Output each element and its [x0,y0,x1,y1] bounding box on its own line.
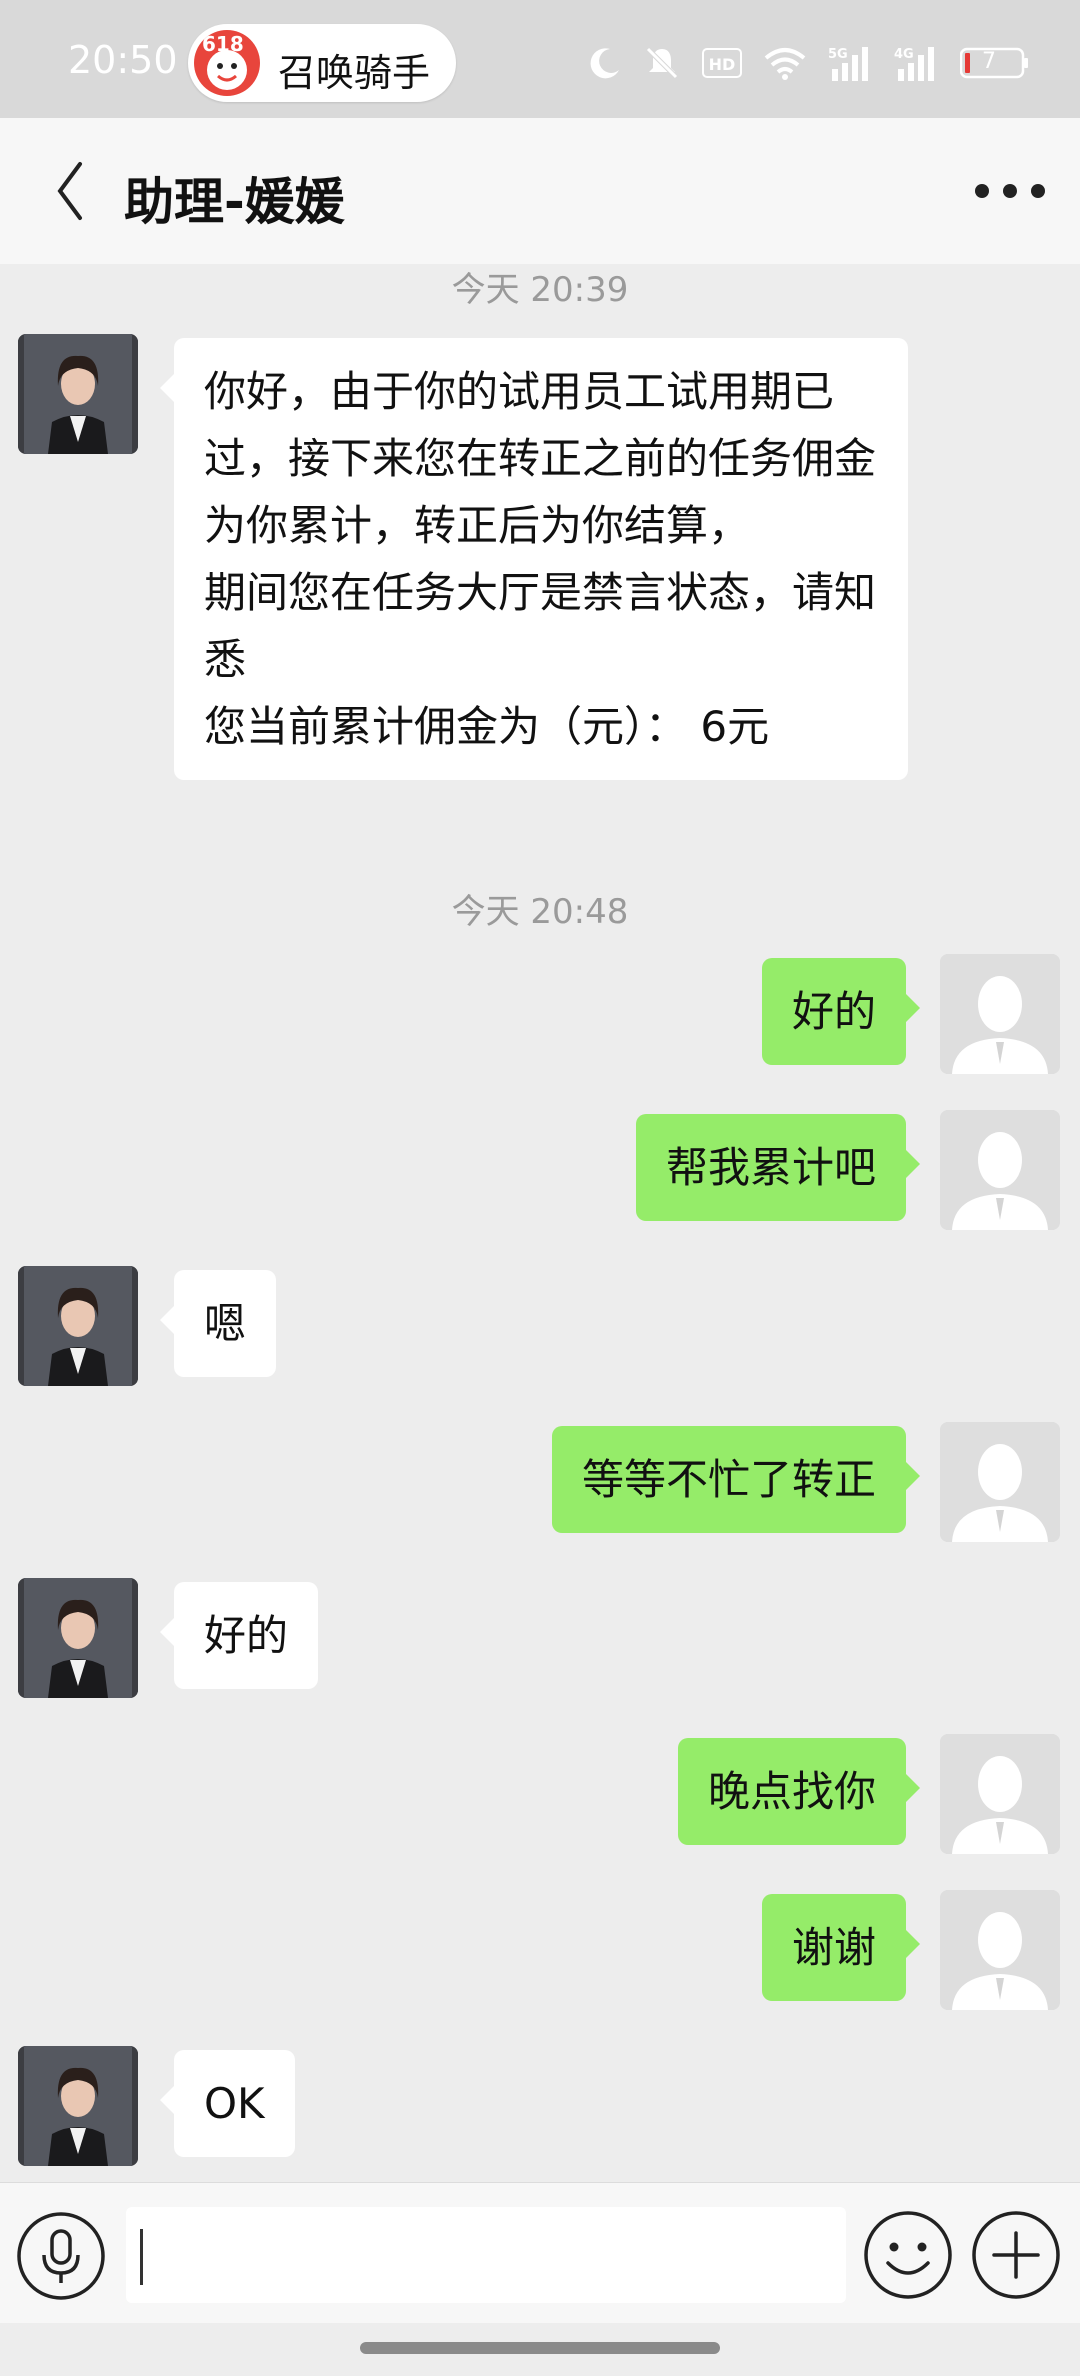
user-avatar[interactable] [940,1890,1060,2010]
input-bar [0,2182,1080,2323]
battery-icon: 7 [960,47,1030,79]
message-bubble-received[interactable]: 嗯 [159,1270,277,1377]
app-logo-icon: 618 [194,30,260,96]
message-bubble-sent[interactable]: 帮我累计吧 [635,1114,921,1221]
contact-avatar[interactable] [18,2046,138,2166]
message-bubble-sent[interactable]: 谢谢 [761,1894,921,2001]
hd-icon: HD [702,48,742,78]
user-avatar[interactable] [940,1734,1060,1854]
emoji-icon[interactable] [862,2209,954,2301]
user-avatar[interactable] [940,1110,1060,1230]
text-caret [140,2229,143,2285]
home-indicator[interactable] [360,2342,720,2354]
user-avatar[interactable] [940,954,1060,1074]
status-icons: HD 5G 4G 7 [588,40,1030,86]
moon-icon [590,48,619,79]
message-timestamp: 今天 20:48 [451,892,629,932]
message-bubble-received[interactable]: 你好，由于你的试用员工试用期已过，接下来您在转正之前的任务佣金为你累计，转正后为… [160,338,908,780]
message-timestamp: 今天 20:39 [451,270,629,310]
battery-level: 7 [982,49,996,74]
message-bubble-received[interactable]: OK [160,2050,295,2157]
user-avatar[interactable] [940,1422,1060,1542]
wifi-icon [764,48,806,80]
back-arrow-icon[interactable] [46,158,96,224]
svg-text:4G: 4G [894,47,914,62]
notification-badge: 618 [202,32,244,56]
plus-icon[interactable] [970,2209,1062,2301]
message-bubble-sent[interactable]: 晚点找你 [677,1738,921,1845]
message-bubble-received[interactable]: 好的 [159,1582,319,1689]
contact-avatar[interactable] [18,334,138,454]
contact-avatar[interactable] [18,1266,138,1386]
voice-icon[interactable] [16,2211,106,2301]
notification-pill[interactable]: 618 召唤骑手 [188,24,456,102]
svg-text:HD: HD [709,55,736,74]
notification-app-name: 召唤骑手 [278,51,431,95]
chat-title: 助理-媛媛 [124,173,345,231]
message-bubble-sent[interactable]: 好的 [761,958,921,1065]
more-dots-icon[interactable] [970,168,1050,214]
signal-5g-icon: 5G [828,47,868,81]
chat-header: 助理-媛媛 [0,118,1080,264]
status-bar: 20:50 618 召唤骑手 HD 5G 4G 7 [0,0,1080,118]
message-input[interactable] [126,2207,846,2303]
contact-avatar[interactable] [18,1578,138,1698]
status-time: 20:50 [68,38,178,82]
mute-icon [646,47,678,79]
signal-4g-icon: 4G [894,47,934,81]
message-bubble-sent[interactable]: 等等不忙了转正 [551,1426,921,1533]
svg-text:5G: 5G [828,47,848,62]
